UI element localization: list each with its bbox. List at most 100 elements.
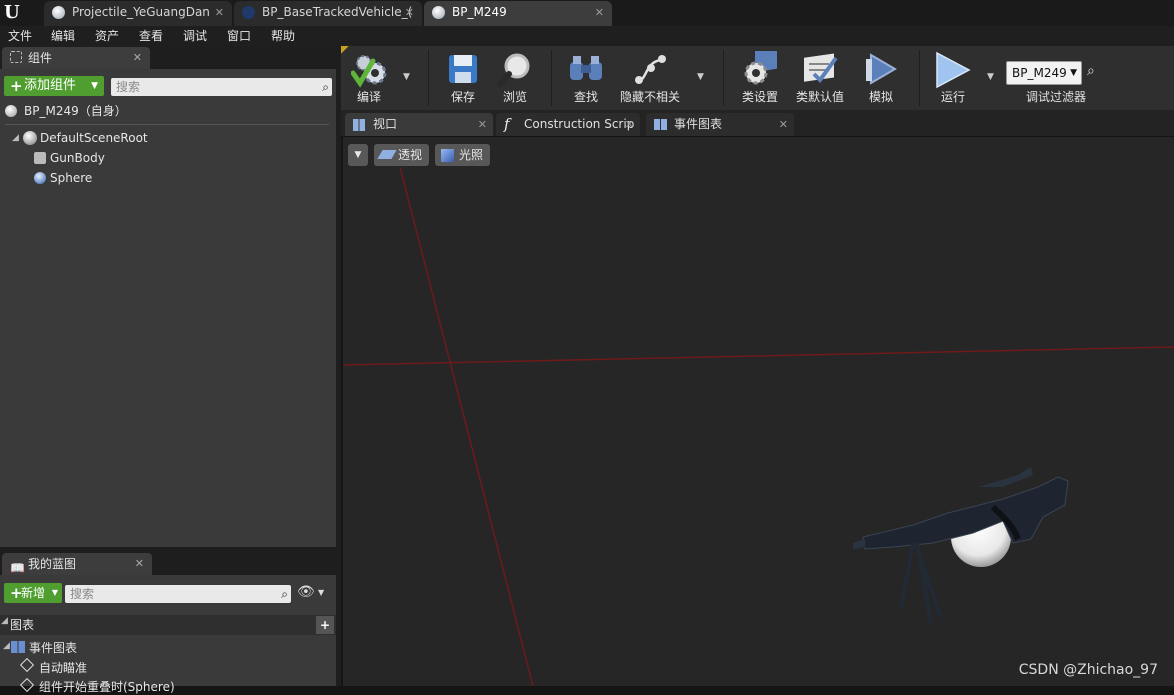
event-graph-icon [654, 119, 667, 130]
find-button[interactable]: 查找 [561, 46, 611, 110]
graphs-header: 图表 [10, 618, 35, 632]
save-floppy-icon [449, 55, 477, 83]
menu-debug[interactable]: 调试 [183, 26, 207, 46]
menu-asset[interactable]: 资产 [95, 26, 119, 46]
components-tab-label: 组件 [28, 51, 53, 65]
blueprint-search-input[interactable]: 搜索 ⌕ [65, 585, 291, 603]
debug-search-icon[interactable]: ⌕ [1087, 63, 1095, 79]
graphs-header-row[interactable]: ◢ 图表 + [0, 615, 336, 635]
tree-item-sphere[interactable]: Sphere [50, 170, 92, 186]
new-button[interactable]: + 新增 ▼ [4, 583, 62, 603]
dropdown-arrow-icon[interactable]: ▼ [318, 588, 324, 597]
compile-button[interactable]: 编译 [343, 46, 395, 110]
lit-button[interactable]: 光照 [435, 144, 490, 166]
components-panel: + 添加组件 ▼ 搜索 ⌕ BP_M249（自身） ◢ DefaultScene… [0, 69, 336, 547]
run-button[interactable]: 运行 [927, 46, 979, 110]
doc-tab-bp-m249[interactable]: BP_M249 ✕ [424, 1, 612, 26]
toolbar-separator [919, 50, 920, 106]
menu-view[interactable]: 查看 [139, 26, 163, 46]
debug-filter-label: 调试过滤器 [1025, 90, 1086, 104]
hide-unrelated-label: 隐藏不相关 [619, 90, 680, 104]
event-graph-item[interactable]: 事件图表 [29, 640, 77, 656]
unreal-logo-icon: U [4, 2, 20, 23]
browse-button[interactable]: 浏览 [491, 46, 539, 110]
viewport[interactable]: ▼ 透视 光照 CSDN @Zhichao_97 [343, 137, 1174, 686]
components-search-input[interactable]: 搜索 ⌕ [111, 78, 332, 96]
class-settings-gear-icon [744, 51, 777, 85]
class-settings-button[interactable]: 类设置 [733, 46, 787, 110]
compile-label: 编译 [356, 90, 381, 104]
close-icon[interactable]: ✕ [215, 1, 224, 24]
tree-item-default-scene-root[interactable]: DefaultSceneRoot [40, 130, 148, 146]
find-label: 查找 [573, 90, 598, 104]
my-blueprint-panel: + 新增 ▼ 搜索 ⌕ 👁 ▼ ◢ 图表 + ◢ 事件图表 自动瞄准 组件开始重… [0, 575, 336, 694]
gun-bipod-mesh [899, 542, 943, 624]
add-graph-icon[interactable]: + [316, 616, 334, 634]
perspective-button[interactable]: 透视 [374, 144, 429, 166]
tree-item-gunbody[interactable]: GunBody [50, 150, 105, 166]
run-options-arrow-icon[interactable]: ▼ [987, 72, 994, 82]
doc-tab-tracked-vehicle[interactable]: BP_BaseTrackedVehicle_( ✕ [234, 1, 422, 26]
class-defaults-label: 类默认值 [795, 90, 844, 104]
close-icon[interactable]: ✕ [625, 113, 634, 136]
close-icon[interactable]: ✕ [133, 47, 142, 69]
compile-options-arrow-icon[interactable]: ▼ [403, 72, 410, 82]
save-button[interactable]: 保存 [439, 46, 487, 110]
close-icon[interactable]: ✕ [405, 1, 414, 24]
expand-arrow-icon[interactable]: ◢ [12, 130, 19, 146]
toolbar-separator [428, 50, 429, 106]
eye-visibility-icon[interactable]: 👁 [297, 584, 315, 600]
search-icon[interactable]: ⌕ [322, 78, 329, 96]
components-icon [10, 51, 22, 63]
expand-arrow-icon: ◢ [1, 616, 8, 626]
scene-root-icon [23, 131, 37, 145]
my-blueprint-tab-label: 我的蓝图 [28, 557, 77, 571]
new-button-label: 新增 [21, 586, 46, 600]
divider [5, 124, 329, 125]
tab-event-graph[interactable]: 事件图表 ✕ [646, 113, 794, 136]
close-icon[interactable]: ✕ [135, 553, 144, 575]
tab-construction-script[interactable]: f Construction Scrip ✕ [496, 113, 640, 136]
event-item-begin-overlap[interactable]: 组件开始重叠时(Sphere) [39, 679, 175, 695]
debug-object-select[interactable]: BP_M249 ▼ [1006, 61, 1082, 85]
compile-gear-check-icon [351, 55, 387, 88]
self-component-label[interactable]: BP_M249（自身） [24, 103, 127, 119]
menu-edit[interactable]: 编辑 [51, 26, 75, 46]
viewport-grid-icon [353, 119, 365, 131]
components-tab[interactable]: 组件 ✕ [2, 47, 150, 69]
tab-viewport[interactable]: 视口 ✕ [345, 113, 493, 136]
dropdown-arrow-icon: ▼ [91, 81, 98, 91]
close-icon[interactable]: ✕ [779, 113, 788, 136]
doc-tab-label: BP_M249 [452, 5, 507, 19]
class-settings-label: 类设置 [741, 90, 778, 104]
grid-axis-line [399, 166, 534, 686]
doc-tab-projectile[interactable]: Projectile_YeGuangDan ✕ [44, 1, 232, 26]
doc-tab-label: BP_BaseTrackedVehicle_( [262, 5, 413, 19]
my-blueprint-tab[interactable]: 📖 我的蓝图 ✕ [2, 553, 152, 575]
close-icon[interactable]: ✕ [478, 113, 487, 136]
find-binoculars-icon [570, 56, 602, 80]
search-icon[interactable]: ⌕ [281, 585, 288, 603]
menu-window[interactable]: 窗口 [227, 26, 251, 46]
viewport-options-button[interactable]: ▼ [348, 144, 368, 166]
gun-scope-mesh [978, 467, 1033, 487]
hide-unrelated-options-arrow-icon[interactable]: ▼ [697, 72, 704, 82]
simulate-button[interactable]: 模拟 [855, 46, 907, 110]
blueprint-icon [52, 6, 65, 19]
expand-arrow-icon[interactable]: ◢ [3, 641, 10, 651]
tab-event-graph-label: 事件图表 [674, 117, 723, 131]
add-component-button[interactable]: + 添加组件 ▼ [4, 76, 104, 96]
dropdown-arrow-icon: ▼ [1070, 68, 1077, 78]
tab-construction-script-label: Construction Scrip [524, 117, 635, 131]
browse-label: 浏览 [502, 90, 527, 104]
menu-help[interactable]: 帮助 [271, 26, 295, 46]
event-item-auto-aim[interactable]: 自动瞄准 [39, 660, 87, 676]
class-defaults-button[interactable]: 类默认值 [793, 46, 847, 110]
grid-axis-line [343, 346, 1174, 366]
tab-viewport-label: 视口 [373, 117, 398, 131]
close-icon[interactable]: ✕ [595, 1, 604, 24]
perspective-label: 透视 [398, 148, 423, 162]
hide-unrelated-button[interactable]: 隐藏不相关 [615, 46, 685, 110]
menu-file[interactable]: 文件 [8, 26, 32, 46]
search-placeholder: 搜索 [70, 587, 95, 601]
